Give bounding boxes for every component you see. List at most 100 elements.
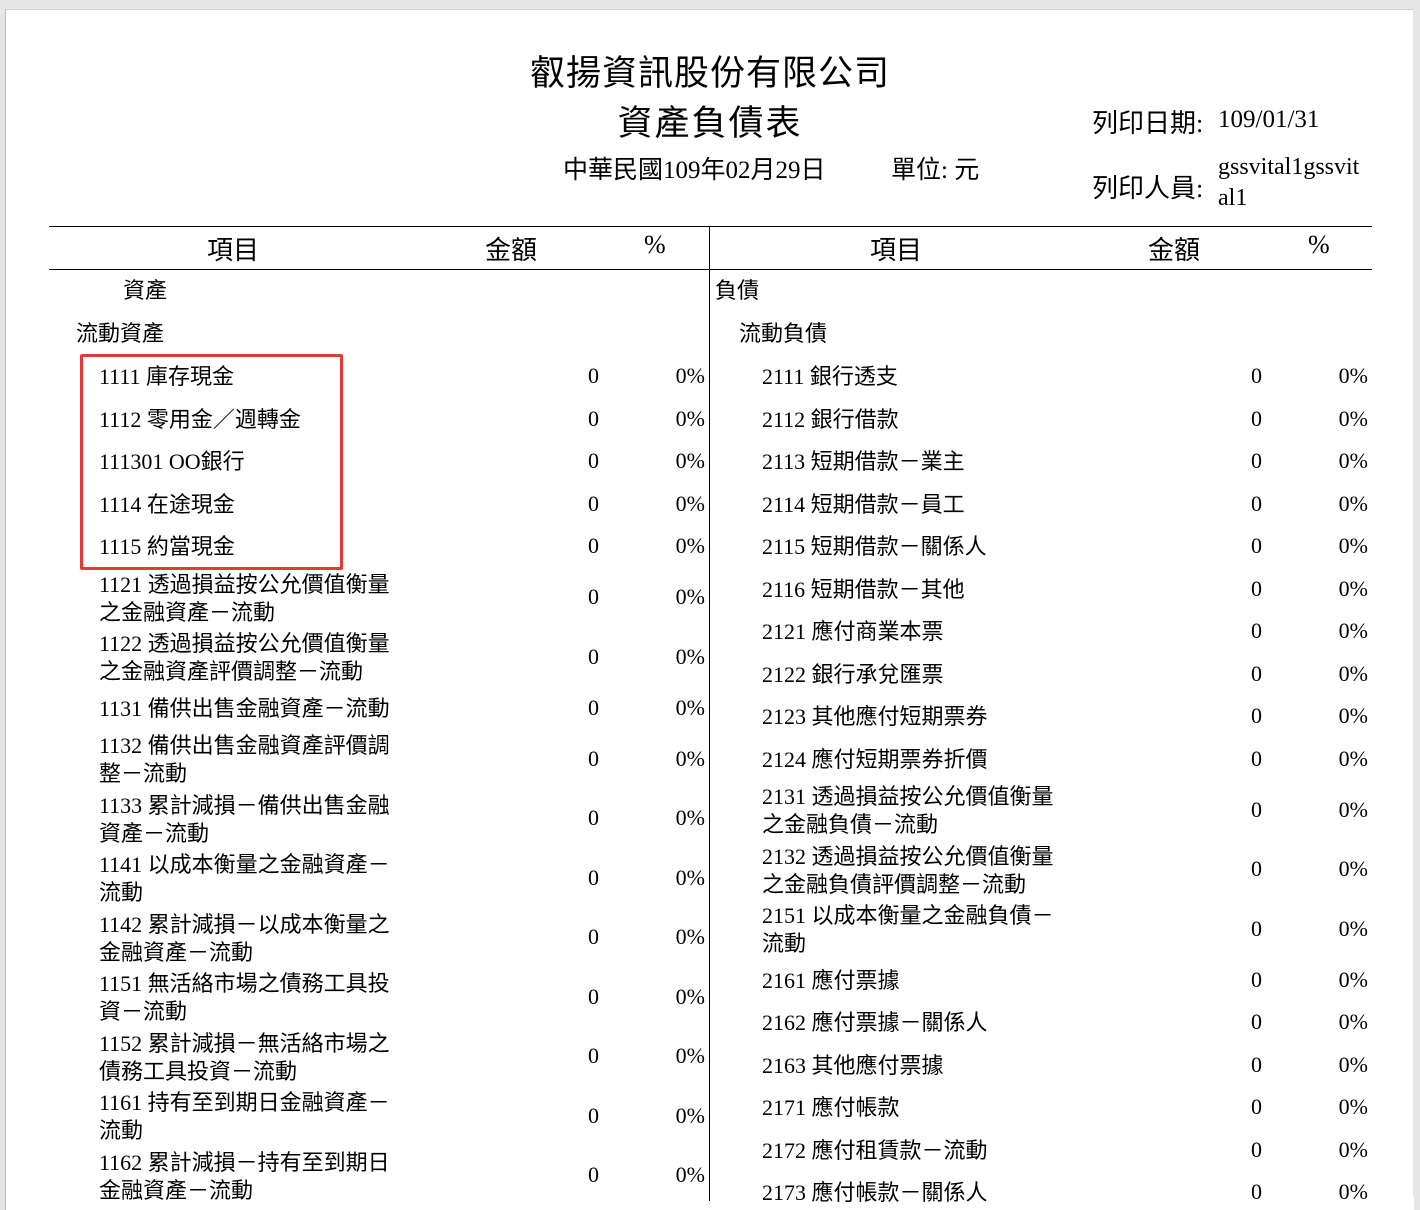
right-account-line: 2114 短期借款－員工 [762,491,965,517]
left-account-pct: 0% [675,363,705,389]
right-account-pct: 0% [1338,1009,1368,1035]
left-account-amount: 0 [588,1043,599,1069]
left-account-line: 資－流動 [99,999,188,1024]
left-account-amount: 0 [588,584,599,610]
left-account-line: 債務工具投資－流動 [99,1058,298,1084]
left-account-amount: 0 [588,448,599,474]
left-account-line: 資產－流動 [99,820,210,846]
right-account-amount: 0 [1251,533,1262,559]
left-account-pct: 0% [675,448,705,474]
right-account-amount: 0 [1251,618,1262,644]
right-account-pct: 0% [1338,745,1368,771]
left-account-amount: 0 [588,983,599,1009]
left-account-line: 整－流動 [99,761,188,786]
right-account-line: 2124 應付短期票券折價 [762,746,988,772]
left-account-amount: 0 [588,805,599,831]
left-account-pct: 0% [675,694,705,720]
right-account-line: 流動 [762,931,807,956]
right-account-line: 2113 短期借款－業主 [762,449,965,474]
left-account-pct: 0% [675,533,705,559]
right-account-amount: 0 [1251,745,1262,771]
right-account-pct: 0% [1338,966,1368,992]
printer-value: gssvital1gssvital1 [1218,154,1360,211]
right-account-amount: 0 [1251,1094,1262,1120]
left-account-amount: 0 [588,405,599,431]
left-account-line: 流動 [99,880,144,905]
right-account-amount: 0 [1251,703,1262,729]
left-account-line: 金融資產－流動 [99,1177,254,1203]
report-date: 中華民國109年02月29日 [563,157,826,184]
right-account-amount: 0 [1251,490,1262,516]
left-account-line: 1142 累計減損－以成本衡量之 [99,911,390,937]
right-account-amount: 0 [1251,915,1262,941]
left-account-pct: 0% [675,745,705,771]
print-date-value: 109/01/31 [1218,106,1320,133]
left-account-amount: 0 [588,363,599,389]
right-account-line: 2132 透過損益按公允價值衡量 [762,843,1054,869]
right-account-line: 2111 銀行透支 [762,364,898,389]
right-account-amount: 0 [1251,660,1262,686]
right-item-header: 項目 [870,236,923,265]
left-section-label: 資產 [123,278,168,303]
right-subsection-label: 流動負債 [739,321,828,346]
right-account-pct: 0% [1338,1179,1368,1205]
right-account-amount: 0 [1251,1009,1262,1035]
right-pct-header: % [1308,230,1330,259]
right-account-amount: 0 [1251,363,1262,389]
left-account-line: 1151 無活絡市場之債務工具投 [99,971,390,996]
left-account-amount: 0 [588,533,599,559]
left-account-pct: 0% [675,805,705,831]
right-account-amount: 0 [1251,575,1262,601]
left-account-amount: 0 [588,694,599,720]
right-account-amount: 0 [1251,448,1262,474]
left-account-pct: 0% [675,864,705,890]
printer-label: 列印人員: [1092,174,1204,203]
left-amount-header: 金額 [485,236,538,265]
left-account-pct: 0% [675,490,705,516]
left-account-line: 1132 備供出售金融資產評價調 [99,733,390,758]
right-account-pct: 0% [1338,796,1368,822]
right-account-pct: 0% [1338,703,1368,729]
report-unit: 單位: 元 [891,157,980,184]
left-pct-header: % [644,230,666,259]
company-name: 叡揚資訊股份有限公司 [529,54,890,93]
left-account-pct: 0% [675,405,705,431]
left-account-amount: 0 [588,864,599,890]
report-title: 資產負債表 [617,104,803,143]
left-account-amount: 0 [588,490,599,516]
left-account-line: 之金融資產－流動 [99,599,276,625]
right-account-pct: 0% [1338,618,1368,644]
left-account-pct: 0% [675,1162,705,1188]
left-account-line: 之金融資產評價調整－流動 [99,659,364,684]
left-account-pct: 0% [675,584,705,610]
left-account-pct: 0% [675,983,705,1009]
left-subsection-label: 流動資產 [76,321,165,346]
right-account-line: 2121 應付商業本票 [762,619,944,644]
left-account-line: 1133 累計減損－備供出售金融 [99,792,390,818]
left-account-line: 1121 透過損益按公允價值衡量 [99,571,390,597]
left-account-line: 金融資產－流動 [99,939,254,965]
right-account-pct: 0% [1338,660,1368,686]
right-account-pct: 0% [1338,533,1368,559]
left-account-amount: 0 [588,643,599,669]
right-account-line: 2122 銀行承兌匯票 [762,661,944,687]
right-account-pct: 0% [1338,1136,1368,1162]
right-account-line: 之金融負債－流動 [762,812,939,837]
left-account-amount: 0 [588,924,599,950]
right-account-line: 2161 應付票據 [762,967,900,993]
left-account-line: 1152 累計減損－無活絡市場之 [99,1030,390,1056]
left-account-amount: 0 [588,745,599,771]
right-account-amount: 0 [1251,1051,1262,1077]
left-account-line: 1161 持有至到期日金融資產－ [99,1090,390,1115]
right-account-line: 2172 應付租賃款－流動 [762,1137,988,1163]
right-account-pct: 0% [1338,490,1368,516]
right-account-pct: 0% [1338,915,1368,941]
left-account-line: 1141 以成本衡量之金融資產－ [99,852,390,877]
table-top-rule [49,226,1372,227]
right-account-line: 2115 短期借款－關係人 [762,534,987,559]
right-account-line: 2116 短期借款－其他 [762,576,965,602]
right-account-amount: 0 [1251,856,1262,882]
left-account-line: 1162 累計減損－持有至到期日 [99,1149,390,1175]
right-account-pct: 0% [1338,405,1368,431]
highlight-box [80,354,343,570]
